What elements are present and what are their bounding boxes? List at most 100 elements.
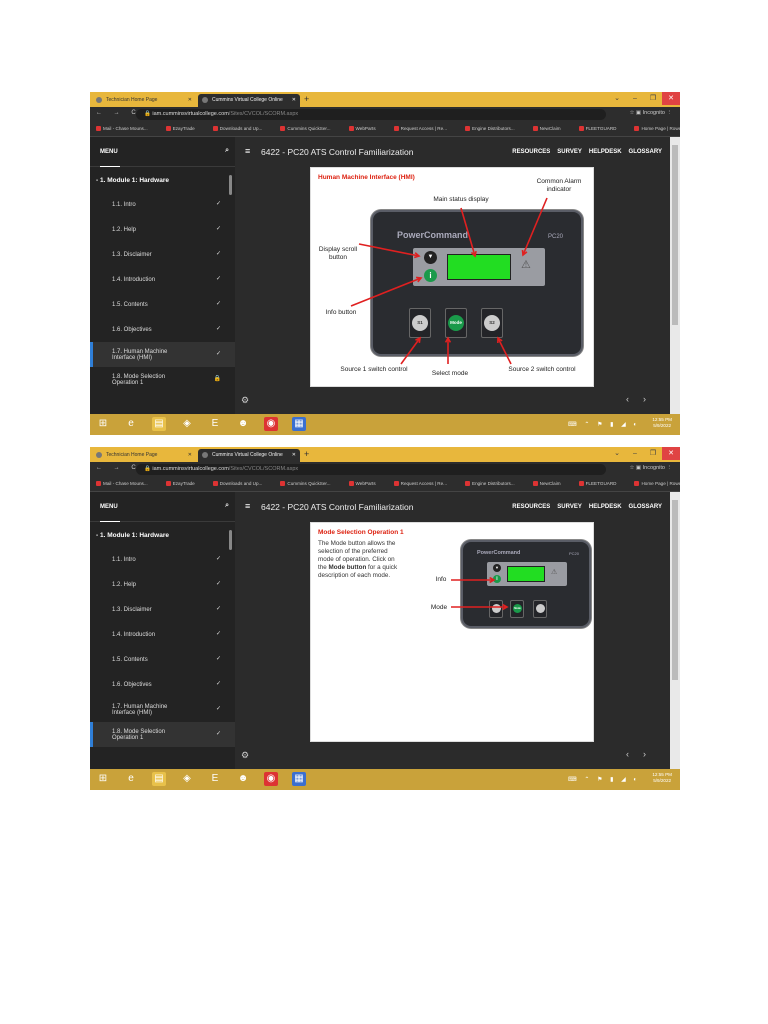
close-tab-icon[interactable]: ✕ [292, 452, 296, 458]
virtualbox-icon[interactable]: ◈ [180, 772, 194, 786]
nav-link-helpdesk[interactable]: HELPDESK [589, 149, 622, 155]
bookmark[interactable]: WebParts [348, 126, 385, 131]
sidebar-item[interactable]: 1.7. Human Machine Interface (HMI) ✓ [90, 342, 235, 367]
sidebar-item[interactable]: 1.1. Intro ✓ [90, 547, 235, 572]
nav-link-glossary[interactable]: GLOSSARY [629, 149, 662, 155]
close-tab-icon[interactable]: ✕ [292, 97, 296, 103]
bookmark[interactable]: Cummins QuickSer... [280, 126, 339, 131]
bookmark[interactable]: Mail - Chase Mouns... [96, 481, 157, 486]
app-icon-2[interactable]: ☻ [236, 417, 250, 431]
sidebar-scrollbar[interactable] [229, 175, 232, 195]
incognito-profile[interactable]: Incognito [643, 465, 665, 471]
close-tab-icon[interactable]: ✕ [188, 97, 192, 103]
bookmark[interactable]: Home Page | Rowe... [634, 481, 680, 486]
sidebar-item[interactable]: 1.6. Objectives ✓ [90, 317, 235, 342]
minimize-button[interactable]: – [626, 92, 644, 105]
bookmark[interactable]: Request Access | Re... [393, 481, 456, 486]
browser-tab[interactable]: Cummins Virtual College Online ✕ [198, 94, 300, 107]
source1-button[interactable]: S1 [412, 315, 428, 331]
chrome-icon[interactable]: ◉ [264, 417, 278, 431]
clock[interactable]: 12:55 PM 5/9/2022 [652, 417, 672, 429]
tab-search-icon[interactable]: ⌄ [608, 92, 626, 105]
new-tab-button[interactable]: + [304, 94, 309, 104]
search-icon[interactable]: ⌕ [225, 502, 229, 510]
scroll-thumb[interactable] [672, 500, 678, 680]
app-icon-3[interactable]: ▦ [292, 417, 306, 431]
windows-start-icon[interactable]: ⊞ [96, 417, 110, 431]
kebab-menu-icon[interactable]: ⋮ [665, 465, 672, 471]
bookmark[interactable]: WebParts [348, 481, 385, 486]
sidebar-item[interactable]: 1.2. Help ✓ [90, 572, 235, 597]
url-field[interactable]: 🔒 iam.cumminsvirtualcollege.com/Sites/CV… [136, 464, 606, 475]
prev-next-arrows[interactable]: ‹› [626, 394, 660, 404]
bookmark[interactable]: Home Page | Rowe... [634, 126, 680, 131]
scroll-down-button[interactable]: ▼ [424, 251, 437, 264]
scroll-thumb[interactable] [672, 145, 678, 325]
sidebar-scrollbar[interactable] [229, 530, 232, 550]
bookmark[interactable]: Downloads and Up... [212, 481, 272, 486]
sidebar-item[interactable]: 1.1. Intro ✓ [90, 192, 235, 217]
clock[interactable]: 12:55 PM 5/9/2022 [652, 772, 672, 784]
sidebar-item[interactable]: 1.8. Mode Selection Operation 1 ✓ [90, 722, 235, 747]
module-heading[interactable]: - 1. Module 1: Hardware [90, 167, 235, 192]
bookmark[interactable]: NewClaim [532, 126, 570, 131]
nav-link-survey[interactable]: SURVEY [557, 504, 582, 510]
bookmark[interactable]: Engine Distributors... [465, 126, 524, 131]
url-field[interactable]: 🔒 iam.cumminsvirtualcollege.com/Sites/CV… [136, 109, 606, 120]
bookmark[interactable]: FLEETGUARD [578, 126, 626, 131]
internet-explorer-icon[interactable]: e [124, 417, 138, 431]
mode-button-link[interactable]: Mode button [329, 564, 367, 571]
navigation-icons[interactable]: ← → C [96, 110, 141, 116]
info-button[interactable]: i [493, 575, 501, 583]
nav-link-glossary[interactable]: GLOSSARY [629, 504, 662, 510]
sidebar-item[interactable]: 1.8. Mode Selection Operation 1 🔒 [90, 367, 235, 392]
source2-button[interactable]: S2 [484, 315, 500, 331]
close-tab-icon[interactable]: ✕ [188, 452, 192, 458]
star-icon[interactable]: ☆ ▣ [629, 110, 642, 116]
minimize-button[interactable]: – [626, 447, 644, 460]
mode-button[interactable]: Mode [448, 315, 464, 331]
virtualbox-icon[interactable]: ◈ [180, 417, 194, 431]
system-tray-icons[interactable]: ⌨ ⌃ ⚑ ▮ ◢ ◐ [568, 776, 640, 783]
app-icon-2[interactable]: ☻ [236, 772, 250, 786]
hamburger-menu-icon[interactable]: ≡ [245, 501, 250, 511]
nav-link-survey[interactable]: SURVEY [557, 149, 582, 155]
source2-button[interactable] [536, 604, 545, 613]
nav-link-resources[interactable]: RESOURCES [512, 504, 550, 510]
nav-link-helpdesk[interactable]: HELPDESK [589, 504, 622, 510]
app-icon[interactable]: E [208, 417, 222, 431]
system-tray-icons[interactable]: ⌨ ⌃ ⚑ ▮ ◢ ◐ [568, 421, 640, 428]
kebab-menu-icon[interactable]: ⋮ [665, 110, 672, 116]
windows-start-icon[interactable]: ⊞ [96, 772, 110, 786]
star-icon[interactable]: ☆ ▣ [629, 465, 642, 471]
tab-search-icon[interactable]: ⌄ [608, 447, 626, 460]
hamburger-menu-icon[interactable]: ≡ [245, 146, 250, 156]
chrome-icon[interactable]: ◉ [264, 772, 278, 786]
file-explorer-icon[interactable]: ▤ [152, 417, 166, 431]
page-scrollbar[interactable] [670, 492, 680, 769]
bookmark[interactable]: NewClaim [532, 481, 570, 486]
app-icon[interactable]: E [208, 772, 222, 786]
gear-icon[interactable]: ⚙ [241, 395, 249, 406]
bookmark[interactable]: Engine Distributors... [465, 481, 524, 486]
app-icon-3[interactable]: ▦ [292, 772, 306, 786]
sidebar-item[interactable]: 1.6. Objectives ✓ [90, 672, 235, 697]
bookmark[interactable]: Cummins QuickSer... [280, 481, 339, 486]
navigation-icons[interactable]: ← → C [96, 465, 141, 471]
sidebar-item[interactable]: 1.5. Contents ✓ [90, 292, 235, 317]
search-icon[interactable]: ⌕ [225, 147, 229, 155]
bookmark[interactable]: Mail - Chase Mouns... [96, 126, 157, 131]
close-window-button[interactable]: ✕ [662, 447, 680, 460]
file-explorer-icon[interactable]: ▤ [152, 772, 166, 786]
source1-button[interactable] [492, 604, 501, 613]
restore-button[interactable]: ❐ [644, 92, 662, 105]
sidebar-item[interactable]: 1.3. Disclaimer ✓ [90, 242, 235, 267]
bookmark[interactable]: EzayTrade [165, 126, 204, 131]
close-window-button[interactable]: ✕ [662, 92, 680, 105]
new-tab-button[interactable]: + [304, 449, 309, 459]
mode-button[interactable]: Mode [513, 604, 522, 613]
module-heading[interactable]: - 1. Module 1: Hardware [90, 522, 235, 547]
scroll-down-button[interactable]: ▼ [493, 564, 501, 572]
browser-tab[interactable]: Technician Home Page ✕ [92, 94, 196, 107]
sidebar-item[interactable]: 1.7. Human Machine Interface (HMI) ✓ [90, 697, 235, 722]
